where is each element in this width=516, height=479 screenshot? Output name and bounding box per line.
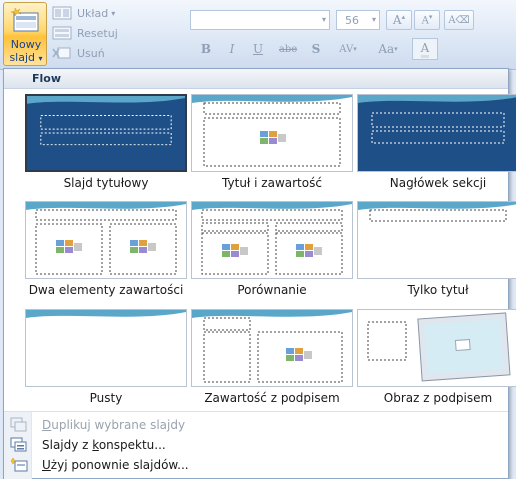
chevron-down-icon: ▾: [321, 15, 326, 24]
strikethrough-button[interactable]: abe: [274, 38, 302, 60]
duplicate-slides-icon: [10, 417, 27, 432]
layout-label: Pusty: [89, 391, 123, 405]
layout-icon: [52, 6, 72, 20]
layout-label: Porównanie: [237, 283, 307, 297]
layout-label: Nagłówek sekcji: [389, 176, 487, 190]
layout-thumbnail: [357, 201, 516, 279]
slides-from-outline-label: Slajdy z konspektu...: [42, 438, 166, 452]
clear-format-button[interactable]: A⌫: [444, 10, 474, 30]
bold-button[interactable]: B: [196, 38, 216, 60]
chevron-down-icon: ▾: [371, 15, 376, 24]
shrink-font-button[interactable]: A▾: [414, 10, 440, 30]
grow-font-icon: A▴: [392, 13, 406, 27]
new-slide-dropdown: Flow Slajd tytułowy Tytuł i zawartość Na…: [3, 68, 516, 479]
reset-label: Resetuj: [77, 26, 118, 40]
layout-label: Układ: [77, 6, 109, 20]
duplicate-slides-item[interactable]: Duplikuj wybrane slajdy: [4, 415, 508, 435]
layout-thumbnail: [357, 309, 516, 387]
reuse-slides-label: Użyj ponownie slajdów...: [42, 458, 189, 472]
layout-thumbnail: [25, 309, 187, 387]
new-slide-label-line1: Nowy: [10, 38, 42, 51]
reuse-slides-icon: [10, 457, 28, 472]
layout-label: Tytuł i zawartość: [222, 176, 322, 190]
grow-font-button[interactable]: A▴: [386, 10, 412, 30]
dropdown-menu: Duplikuj wybrane slajdy Slajdy z konspek…: [4, 415, 508, 475]
layout-label: Obraz z podpisem: [383, 391, 493, 405]
reset-button[interactable]: Resetuj: [52, 23, 178, 43]
font-color-button[interactable]: A: [412, 38, 438, 60]
shadow-button[interactable]: S: [306, 38, 326, 60]
menu-divider: [4, 411, 508, 412]
layout-thumbnail: [25, 94, 187, 172]
layout-thumbnail: [191, 309, 353, 387]
theme-name: Flow: [32, 72, 62, 85]
section-header: Flow: [4, 69, 508, 89]
underline-button[interactable]: U: [248, 38, 268, 60]
slides-commands: Układ ▾ Resetuj Usuń: [52, 3, 178, 63]
layout-thumbnail: [25, 201, 187, 279]
font-group: ▾ 56 ▾ A▴ A▾ A⌫ B I U abe S AV ▾ Aa ▾ A: [190, 4, 516, 66]
italic-button[interactable]: I: [222, 38, 242, 60]
chevron-down-icon: ▾: [111, 8, 116, 18]
layout-button[interactable]: Układ ▾: [52, 3, 178, 23]
layout-thumbnail: [191, 94, 353, 172]
clear-format-icon: A⌫: [448, 14, 470, 26]
layout-label: Slajd tytułowy: [63, 176, 149, 190]
outline-icon: [10, 437, 27, 452]
layout-thumbnail: [357, 94, 516, 172]
delete-icon: [52, 47, 71, 59]
font-size-value: 56: [345, 14, 359, 27]
reuse-slides-item[interactable]: Użyj ponownie slajdów...: [4, 455, 508, 475]
change-case-button[interactable]: Aa ▾: [370, 38, 406, 60]
layout-label: Tylko tytuł: [407, 283, 469, 297]
font-size-field[interactable]: 56 ▾: [336, 10, 380, 30]
font-color-icon: A: [420, 41, 430, 58]
reset-icon: [52, 26, 72, 40]
delete-button[interactable]: Usuń: [52, 43, 178, 63]
char-spacing-button[interactable]: AV ▾: [330, 38, 366, 60]
slides-from-outline-item[interactable]: Slajdy z konspektu...: [4, 435, 508, 455]
layout-label: Dwa elementy zawartości: [28, 283, 184, 297]
ribbon: Nowy slajd ▾ Układ ▾ Resetuj Usuń ▾ 56 ▾…: [0, 0, 516, 70]
duplicate-slides-label: Duplikuj wybrane slajdy: [42, 418, 186, 432]
delete-label: Usuń: [77, 46, 105, 60]
layout-thumbnail: [191, 201, 353, 279]
new-slide-icon: [10, 7, 39, 32]
new-slide-label-line2: slajd ▾: [9, 51, 43, 64]
layout-label: Zawartość z podpisem: [204, 391, 340, 405]
new-slide-button[interactable]: Nowy slajd ▾: [3, 2, 47, 66]
font-name-field[interactable]: ▾: [190, 10, 330, 30]
shrink-font-icon: A▾: [421, 13, 433, 27]
